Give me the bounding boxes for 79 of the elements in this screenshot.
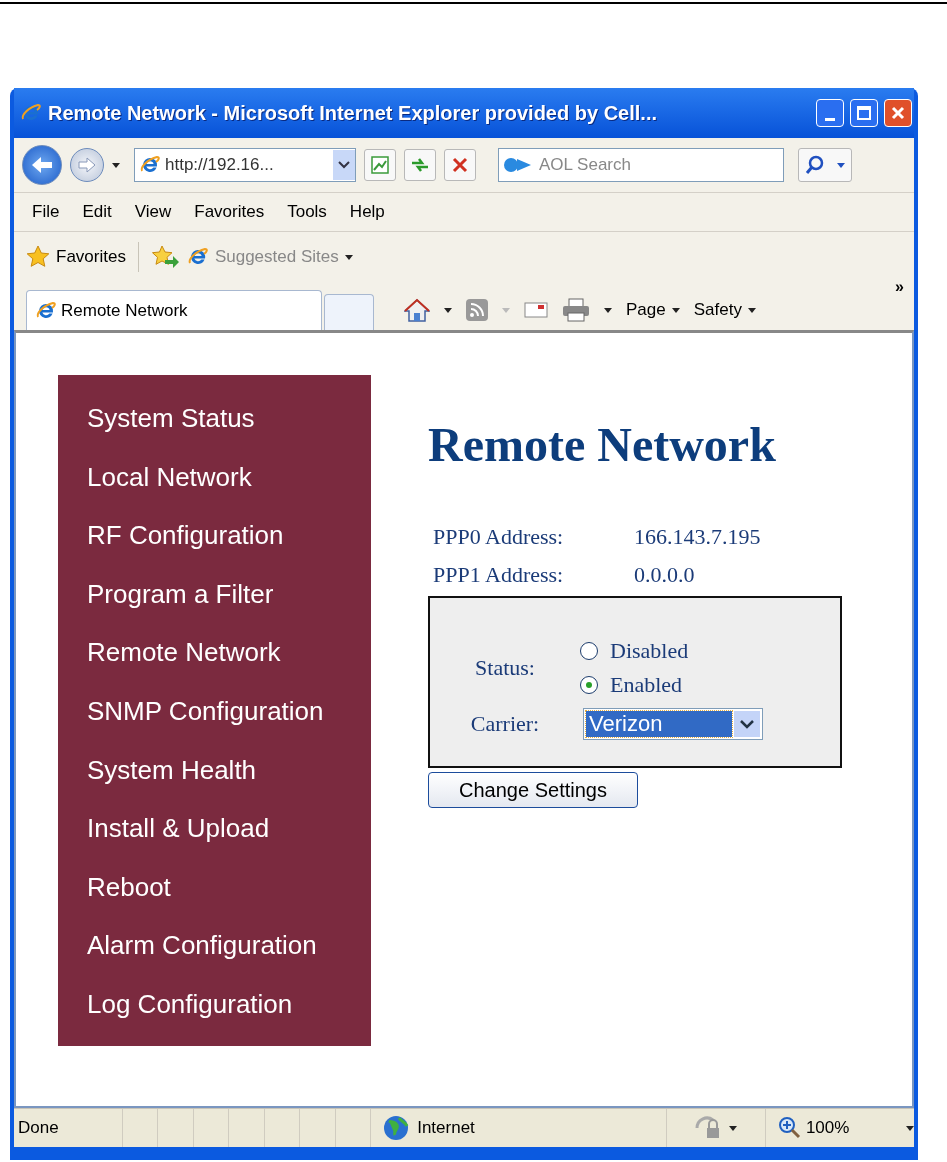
menu-item[interactable]: Tools — [277, 202, 340, 222]
menu-item[interactable]: Help — [339, 202, 398, 222]
browser-tab[interactable]: Remote Network — [26, 290, 322, 330]
close-button[interactable] — [884, 99, 912, 127]
sidebar-link[interactable]: RF Configuration — [58, 506, 371, 565]
dropdown-caret-icon[interactable] — [671, 307, 680, 313]
sidebar-link[interactable]: System Status — [58, 389, 371, 448]
protected-mode-caret-icon[interactable] — [729, 1125, 738, 1131]
forward-button[interactable] — [70, 148, 104, 182]
sidebar-link[interactable]: Log Configuration — [58, 974, 371, 1034]
feed-icon[interactable] — [466, 299, 488, 321]
maximize-button[interactable] — [850, 99, 878, 127]
print-caret-icon[interactable] — [604, 307, 612, 313]
status-text: Done — [14, 1109, 123, 1147]
globe-icon — [383, 1115, 410, 1141]
menu-item[interactable]: Edit — [72, 202, 125, 222]
home-caret-icon[interactable] — [444, 307, 452, 313]
zoom-icon[interactable] — [777, 1116, 802, 1140]
caret-icon — [837, 162, 845, 168]
field-label: PPP1 Address: — [433, 561, 565, 589]
field-label: Status: — [474, 655, 536, 681]
mail-icon[interactable] — [524, 301, 548, 319]
compatibility-button[interactable] — [364, 149, 396, 181]
sidebar-link[interactable]: SNMP Configuration — [58, 681, 371, 741]
stop-button[interactable] — [444, 149, 476, 181]
add-favorite-icon[interactable] — [150, 245, 179, 269]
command-menu[interactable]: Safety — [693, 300, 756, 320]
sidebar-link[interactable]: System Health — [58, 740, 371, 800]
carrier-select[interactable]: Verizon — [583, 708, 763, 740]
field-value: 0.0.0.0 — [634, 561, 695, 589]
field-label: PPP0 Address: — [433, 523, 565, 551]
menu-item[interactable]: View — [124, 202, 185, 222]
search-icon — [805, 155, 825, 175]
sidebar-link[interactable]: Install & Upload — [58, 799, 371, 858]
sidebar-link[interactable]: Reboot — [58, 857, 371, 917]
minimize-button[interactable] — [816, 99, 844, 127]
sidebar-link[interactable]: Alarm Configuration — [58, 916, 371, 975]
chart-page-icon — [370, 155, 390, 175]
field-value: 166.143.7.195 — [634, 523, 761, 551]
sidebar-link[interactable]: Program a Filter — [58, 564, 371, 624]
security-zone: Internet — [417, 1118, 475, 1138]
radio-button[interactable] — [580, 676, 598, 694]
address-field[interactable]: http://192.16... — [134, 148, 356, 182]
dropdown-caret-icon[interactable] — [344, 254, 353, 260]
feed-caret-icon — [502, 307, 510, 313]
forward-arrow-icon — [77, 156, 97, 174]
search-field[interactable]: AOL Search — [498, 148, 784, 182]
radio-label: Enabled — [610, 671, 683, 699]
field-label: Carrier: — [469, 711, 541, 737]
menu-item[interactable]: File — [22, 202, 73, 222]
menu-item[interactable]: Favorites — [184, 202, 278, 222]
back-arrow-icon — [30, 155, 54, 175]
refresh-icon — [410, 156, 430, 174]
zoom-level[interactable]: 100% — [805, 1118, 850, 1138]
back-button[interactable] — [22, 145, 62, 185]
dropdown-caret-icon[interactable] — [747, 307, 756, 313]
window-title: Remote Network - Microsoft Internet Explorer provided by Cell... — [48, 101, 658, 125]
print-icon[interactable] — [562, 298, 590, 322]
zoom-caret-icon[interactable] — [906, 1125, 914, 1131]
radio-button[interactable] — [580, 642, 598, 660]
history-caret-icon[interactable] — [112, 162, 120, 168]
sidebar-link[interactable]: Local Network — [58, 447, 371, 507]
address-dropdown-button[interactable] — [333, 150, 355, 180]
home-icon[interactable] — [404, 298, 430, 322]
page-heading: Remote Network — [428, 417, 777, 472]
refresh-button[interactable] — [404, 149, 436, 181]
sidebar-link[interactable]: Remote Network — [58, 623, 371, 682]
favorites-button[interactable]: Favorites — [26, 245, 126, 269]
toolbar-overflow[interactable]: » — [895, 278, 904, 296]
close-icon — [891, 106, 905, 120]
minimize-icon — [825, 117, 835, 121]
star-icon — [26, 245, 50, 269]
dropdown-caret-icon — [740, 719, 754, 729]
stop-icon — [452, 157, 468, 173]
command-menu[interactable]: Page — [626, 300, 680, 320]
chevron-down-icon — [338, 161, 350, 169]
change-settings-button[interactable]: Change Settings — [428, 772, 638, 808]
radio-label: Disabled — [610, 637, 689, 665]
maximize-icon — [857, 106, 871, 120]
